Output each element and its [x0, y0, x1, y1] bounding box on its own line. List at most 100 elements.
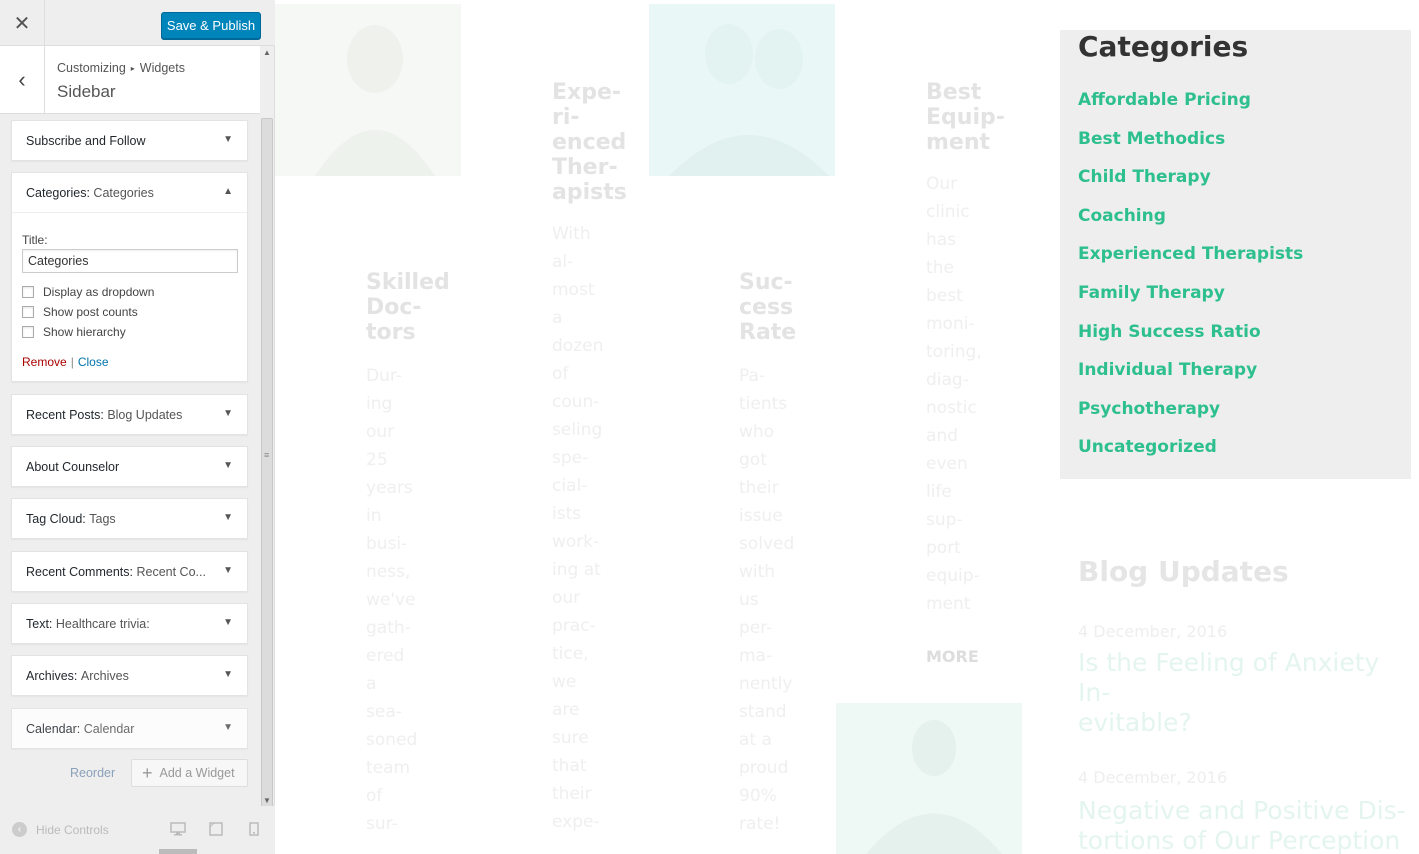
show-hierarchy-checkbox[interactable]: Show hierarchy [22, 325, 237, 339]
post-title-link[interactable]: Negative and Positive Dis- tortions of O… [1078, 796, 1419, 854]
category-link[interactable]: Best Methodics [1078, 129, 1303, 168]
feature-text-line: gath- [366, 618, 411, 638]
feature-text-line: nently [739, 674, 793, 694]
widget-title: Subscribe and Follow [26, 133, 146, 148]
widget-recent-posts[interactable]: Recent Posts: Blog Updates ▼ [11, 394, 248, 435]
feature-text-line: got [739, 450, 767, 470]
widget-actions: Remove | Close [22, 355, 237, 369]
title-line: Expe- [552, 80, 622, 105]
category-link[interactable]: Psychotherapy [1078, 399, 1303, 438]
widget-header[interactable]: Recent Comments: Recent Co... ▼ [12, 552, 247, 591]
widget-header[interactable]: Categories: Categories ▲ [12, 173, 247, 212]
feature-text-line: With [552, 224, 591, 244]
checkbox-label: Show hierarchy [43, 325, 126, 339]
checkbox-box[interactable] [22, 326, 34, 338]
category-link[interactable]: Experienced Therapists [1078, 244, 1303, 283]
widget-header[interactable]: About Counselor ▼ [12, 447, 247, 486]
widget-header[interactable]: Recent Posts: Blog Updates ▼ [12, 395, 247, 434]
widget-recent-comments[interactable]: Recent Comments: Recent Co... ▼ [11, 551, 248, 592]
expand-arrow-icon[interactable]: ▼ [223, 408, 233, 419]
add-widget-button[interactable]: + Add a Widget [131, 759, 248, 787]
show-post-counts-checkbox[interactable]: Show post counts [22, 305, 237, 319]
mobile-preview-icon[interactable] [249, 822, 259, 839]
category-link[interactable]: Affordable Pricing [1078, 90, 1303, 129]
expand-arrow-icon[interactable]: ▼ [223, 669, 233, 680]
widget-header[interactable]: Calendar: Calendar ▼ [12, 709, 247, 748]
expand-arrow-icon[interactable]: ▼ [223, 565, 233, 576]
feature-text-line: best [926, 286, 963, 306]
category-link[interactable]: Uncategorized [1078, 437, 1303, 476]
feature-text-line: of [552, 364, 569, 384]
couple-photo [649, 4, 835, 176]
post-date: 4 December, 2016 [1078, 768, 1228, 787]
desktop-preview-icon[interactable] [170, 822, 186, 839]
widget-header[interactable]: Archives: Archives ▼ [12, 656, 247, 695]
feature-text-line: spe- [552, 448, 589, 468]
post-title-line: Is the Feeling of Anxiety In- [1078, 648, 1380, 707]
category-link[interactable]: Child Therapy [1078, 167, 1303, 206]
title-line: enced [552, 130, 627, 155]
plus-icon: + [142, 762, 153, 783]
feature-text-line: our [366, 422, 395, 442]
feature-title: Expe- ri- enced Ther- apists [552, 80, 627, 205]
widget-calendar[interactable]: Calendar: Calendar ▼ [11, 708, 248, 749]
tablet-preview-icon[interactable] [209, 822, 223, 839]
expand-arrow-icon[interactable]: ▼ [223, 512, 233, 523]
post-title-link[interactable]: Is the Feeling of Anxiety In- evitable? [1078, 648, 1419, 738]
widget-title: Recent Comments: [26, 564, 133, 579]
category-link[interactable]: Individual Therapy [1078, 360, 1303, 399]
feature-text-line: us [739, 590, 759, 610]
widget-tag-cloud[interactable]: Tag Cloud: Tags ▼ [11, 498, 248, 539]
back-arrow-icon[interactable]: ‹ [0, 46, 45, 114]
scrollbar-thumb[interactable]: ≡ [261, 118, 273, 818]
remove-link[interactable]: Remove [22, 355, 67, 369]
expand-arrow-icon[interactable]: ▼ [223, 460, 233, 471]
feature-text-line: soned [366, 730, 418, 750]
feature-text: With al-most a dozen of coun-seling spe-cial-i… [552, 220, 603, 836]
expand-arrow-icon[interactable]: ▼ [223, 134, 233, 145]
feature-text-line: per- [739, 618, 773, 638]
category-link[interactable]: Family Therapy [1078, 283, 1303, 322]
feature-text-line: Our [926, 174, 958, 194]
feature-text-line: even [926, 454, 968, 474]
widget-header[interactable]: Tag Cloud: Tags ▼ [12, 499, 247, 538]
widget-header[interactable]: Subscribe and Follow ▼ [12, 121, 247, 160]
customizer-panel: ✕ Save & Publish ‹ Customizing ▸ Widgets S… [0, 0, 275, 854]
scrollbar[interactable]: ▲ ≡ ▼ [261, 46, 273, 818]
expand-arrow-icon[interactable]: ▼ [223, 617, 233, 628]
checkbox-box[interactable] [22, 306, 34, 318]
widget-header[interactable]: Text: Healthcare trivia: ▼ [12, 604, 247, 643]
feature-text-line: Dur- [366, 366, 402, 386]
title-line: Equip- [926, 105, 1005, 130]
feature-text-line: of [366, 786, 383, 806]
widget-subtitle: Blog Updates [107, 407, 183, 422]
hide-controls-button[interactable]: ‹ Hide Controls [12, 822, 109, 837]
widget-subtitle: Healthcare trivia: [55, 616, 150, 631]
feature-text-line: are [552, 700, 580, 720]
checkbox-box[interactable] [22, 286, 34, 298]
scroll-up-icon[interactable]: ▲ [261, 48, 273, 57]
close-link[interactable]: Close [78, 355, 109, 369]
widget-about-counselor[interactable]: About Counselor ▼ [11, 446, 248, 487]
close-icon[interactable]: ✕ [0, 0, 45, 46]
widget-archives[interactable]: Archives: Archives ▼ [11, 655, 248, 696]
feature-text: Pa-tients who got their issue solved with us per… [739, 362, 794, 838]
title-input[interactable]: Categories [22, 249, 238, 273]
feature-text-line: we've [366, 590, 416, 610]
category-link[interactable]: High Success Ratio [1078, 322, 1303, 361]
widget-text[interactable]: Text: Healthcare trivia: ▼ [11, 603, 248, 644]
save-publish-button[interactable]: Save & Publish [161, 12, 261, 39]
collapse-arrow-icon[interactable]: ▲ [223, 186, 233, 197]
widget-subscribe-follow[interactable]: Subscribe and Follow ▼ [11, 120, 248, 161]
more-link[interactable]: MORE [926, 647, 979, 666]
category-link[interactable]: Coaching [1078, 206, 1303, 245]
widget-title: Calendar: [26, 721, 81, 736]
display-dropdown-checkbox[interactable]: Display as dropdown [22, 285, 237, 299]
widget-categories[interactable]: Categories: Categories ▲ Title: Categori… [11, 172, 248, 382]
breadcrumb-section: Widgets [139, 61, 185, 75]
title-line: ment [926, 130, 991, 155]
reorder-link[interactable]: Reorder [70, 766, 115, 780]
feature-text-line: moni- [926, 314, 975, 334]
scroll-down-icon[interactable]: ▼ [261, 796, 273, 805]
expand-arrow-icon[interactable]: ▼ [223, 722, 233, 733]
